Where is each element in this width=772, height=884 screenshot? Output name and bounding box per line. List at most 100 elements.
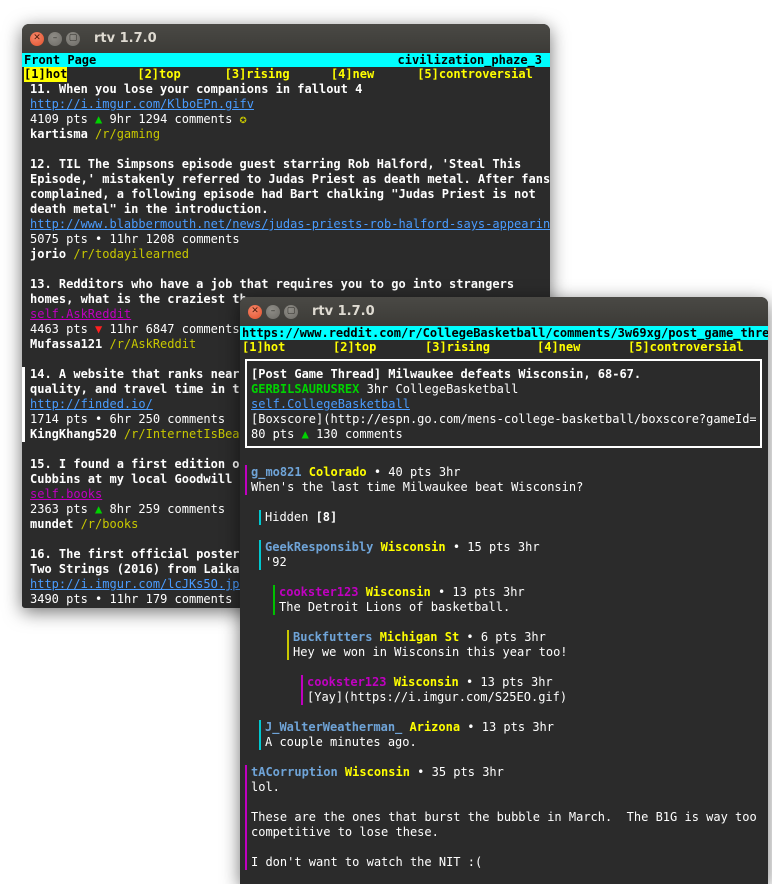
submission-link[interactable]: self.CollegeBasketball [251, 397, 410, 411]
comment-author[interactable]: cookster123 [279, 585, 358, 599]
comment-text [245, 795, 768, 810]
post-comments[interactable]: 1294 comments [138, 112, 232, 126]
post-subreddit[interactable]: /r/AskReddit [102, 337, 196, 351]
post-subreddit[interactable]: /r/InternetIsBeau [117, 427, 247, 441]
comment-header: J_WalterWeatherman_ Arizona • 13 pts 3hr [259, 720, 768, 735]
tab-controversial[interactable]: [5]controversial [417, 67, 550, 82]
window-title: rtv 1.7.0 [312, 304, 375, 319]
post-points: 3490 pts [30, 592, 96, 606]
upvote-icon[interactable]: ▲ [302, 427, 309, 441]
post-url[interactable]: self.books [30, 487, 102, 501]
comment[interactable]: cookster123 Wisconsin • 13 pts 3hr [Yay](… [301, 675, 768, 705]
comment[interactable]: g_mo821 Colorado • 40 pts 3hr When's the … [245, 465, 768, 495]
page-title: Front Page [24, 53, 97, 67]
minimize-icon[interactable]: – [266, 304, 280, 319]
post-item[interactable]: 12. TIL The Simpsons episode guest starr… [22, 142, 550, 262]
comment[interactable]: GeekResponsibly Wisconsin • 15 pts 3hr '9… [259, 540, 768, 570]
tab-top[interactable]: [2]top [333, 340, 425, 355]
minimize-icon[interactable]: – [48, 31, 62, 46]
comment-text: These are the ones that burst the bubble… [251, 810, 757, 824]
post-time: 11hr [102, 592, 146, 606]
comment-header: tACorruption Wisconsin • 35 pts 3hr [245, 765, 768, 780]
comment-depth-bar [259, 510, 261, 525]
tab-rising[interactable]: [3]rising [225, 67, 331, 82]
post-subreddit[interactable]: /r/books [73, 517, 139, 531]
selection-cursor [22, 367, 25, 442]
post-comments[interactable]: 179 comments [146, 592, 233, 606]
post-comments[interactable]: 1208 comments [146, 232, 240, 246]
post-points: 2363 pts [30, 502, 96, 516]
tab-top[interactable]: [2]top [137, 67, 224, 82]
post-time: 11hr [102, 232, 146, 246]
comment-depth-bar [259, 720, 261, 750]
tab-hot[interactable]: [1]hot [242, 340, 333, 355]
post-url[interactable]: self.AskReddit [30, 307, 131, 321]
post-author[interactable]: KingKhang520 [30, 427, 117, 441]
maximize-icon[interactable]: ▢ [66, 31, 80, 46]
post-time: 11hr [102, 322, 146, 336]
post-item[interactable]: 11. When you lose your companions in fal… [22, 82, 550, 142]
close-icon[interactable]: ✕ [248, 304, 262, 319]
comment-header: cookster123 Wisconsin • 13 pts 3hr [301, 675, 768, 690]
post-title: 13. Redditors who have a job that requir… [30, 277, 515, 291]
post-comments[interactable]: 6847 comments [146, 322, 240, 336]
hidden-label: Hidden [265, 510, 316, 524]
post-subreddit[interactable]: /r/todayilearned [66, 247, 189, 261]
submission-time: 3hr [366, 382, 389, 396]
thread-window: ✕ – ▢ rtv 1.7.0 https://www.reddit.com/r… [240, 297, 768, 884]
comment-list: g_mo821 Colorado • 40 pts 3hr When's the … [240, 465, 768, 870]
post-author[interactable]: Mufassa121 [30, 337, 102, 351]
post-body[interactable]: 12. TIL The Simpsons episode guest starr… [22, 157, 550, 262]
post-author[interactable]: kartisma [30, 127, 88, 141]
terminal-content: https://www.reddit.com/r/CollegeBasketba… [240, 326, 768, 870]
submission-box[interactable]: [Post Game Thread] Milwaukee defeats Wis… [245, 359, 762, 448]
comment-author[interactable]: J_WalterWeatherman_ [265, 720, 402, 734]
comment[interactable]: cookster123 Wisconsin • 13 pts 3hr The De… [273, 585, 768, 615]
comment-author[interactable]: g_mo821 [251, 465, 302, 479]
submission-title: [Post Game Thread] Milwaukee defeats Wis… [251, 367, 642, 381]
post-comments[interactable]: 250 comments [138, 412, 225, 426]
post-author[interactable]: jorio [30, 247, 66, 261]
post-url[interactable]: http://www.blabbermouth.net/news/judas-p… [30, 217, 550, 231]
tab-controversial[interactable]: [5]controversial [628, 340, 768, 355]
comment-depth-bar [287, 630, 289, 660]
comment-author[interactable]: GeekResponsibly [265, 540, 373, 554]
tab-new[interactable]: [4]new [537, 340, 628, 355]
tab-new[interactable]: [4]new [331, 67, 417, 82]
post-body[interactable]: 11. When you lose your companions in fal… [22, 82, 550, 142]
comment-author[interactable]: tACorruption [251, 765, 338, 779]
submission-author[interactable]: GERBILSAURUSREX [251, 382, 359, 396]
comment-author[interactable]: Buckfutters [293, 630, 372, 644]
comment[interactable]: tACorruption Wisconsin • 35 pts 3hr lol. … [245, 765, 768, 870]
tab-rising[interactable]: [3]rising [425, 340, 537, 355]
comment[interactable]: J_WalterWeatherman_ Arizona • 13 pts 3hr… [259, 720, 768, 750]
post-time: 8hr [102, 502, 139, 516]
comment-text: competitive to lose these. [251, 825, 439, 839]
tab-hot[interactable]: [1]hot [24, 67, 68, 82]
post-comments[interactable]: 259 comments [138, 502, 225, 516]
comment-author[interactable]: cookster123 [307, 675, 386, 689]
post-url[interactable]: http://finded.io/ [30, 397, 153, 411]
comment-flair: Colorado [301, 465, 367, 479]
close-icon[interactable]: ✕ [30, 31, 44, 46]
comment[interactable]: Hidden [8] [259, 510, 768, 525]
comment-meta: • 13 pts 3hr [430, 585, 525, 599]
comment-depth-bar [245, 765, 247, 870]
hidden-comments[interactable]: Hidden [8] [259, 510, 768, 525]
post-points: 1714 pts [30, 412, 96, 426]
comment-text: I don't want to watch the NIT :( [251, 855, 483, 869]
post-subreddit[interactable]: /r/gaming [88, 127, 160, 141]
post-time: 6hr [102, 412, 139, 426]
post-author[interactable]: mundet [30, 517, 73, 531]
comment-depth-bar [273, 585, 275, 615]
comment[interactable]: Buckfutters Michigan St • 6 pts 3hr Hey w… [287, 630, 768, 660]
post-url[interactable]: http://i.imgur.com/lcJKs5O.jpg [30, 577, 247, 591]
url-bar: https://www.reddit.com/r/CollegeBasketba… [240, 326, 768, 340]
post-url[interactable]: http://i.imgur.com/KlboEPn.gifv [30, 97, 254, 111]
maximize-icon[interactable]: ▢ [284, 304, 298, 319]
comment-text [245, 840, 768, 855]
comment-header: Buckfutters Michigan St • 6 pts 3hr [287, 630, 768, 645]
post-url-line: http://i.imgur.com/KlboEPn.gifv [22, 97, 550, 112]
comment-meta: • 40 pts 3hr [366, 465, 461, 479]
comment-meta: • 13 pts 3hr [460, 720, 554, 734]
